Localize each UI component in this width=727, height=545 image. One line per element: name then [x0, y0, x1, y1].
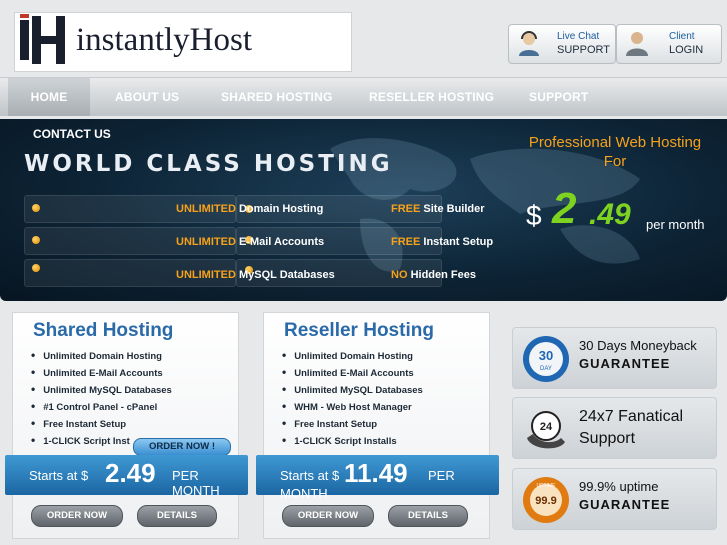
guarantee-title: 24x7 Fanatical [579, 408, 684, 425]
per-month-label: PER MONTH [172, 468, 220, 498]
list-item: 1-CLICK Script Installs [282, 432, 423, 449]
nav-item-about-us[interactable]: ABOUT US [115, 78, 179, 116]
promo-line-2: For [603, 153, 627, 170]
support-agent-icon [519, 31, 539, 56]
svg-text:30: 30 [539, 348, 553, 363]
plan-feature-list: Unlimited Domain Hosting Unlimited E-Mai… [282, 347, 423, 449]
details-button[interactable]: DETAILS [388, 505, 468, 527]
user-login-icon [626, 32, 648, 56]
list-item: Unlimited E-Mail Accounts [282, 364, 423, 381]
client-login-button[interactable]: Client LOGIN [616, 24, 722, 64]
svg-text:UPTIME: UPTIME [537, 483, 557, 489]
guarantee-subtitle: GUARANTEE [579, 356, 671, 371]
feature-email: UNLIMITED E-Mail Accounts [176, 236, 325, 248]
svg-text:99.9: 99.9 [535, 495, 556, 507]
bullet-icon [32, 204, 40, 212]
live-chat-support-button[interactable]: Live Chat SUPPORT [508, 24, 616, 64]
plan-title: Reseller Hosting [284, 320, 434, 341]
list-item: Unlimited E-Mail Accounts [31, 364, 172, 381]
starts-at-bar: Starts at $ 11.49 PER MONTH [256, 455, 499, 501]
feature-domain: UNLIMITED Domain Hosting [176, 203, 324, 215]
main-nav: HOME ABOUT US SHARED HOSTING RESELLER HO… [0, 77, 727, 116]
bullet-icon [32, 236, 40, 244]
list-item: Unlimited Domain Hosting [282, 347, 423, 364]
month-label: MONTH [280, 486, 328, 501]
list-item: Free Instant Setup [31, 415, 172, 432]
svg-text:24: 24 [540, 421, 553, 433]
nav-item-reseller-hosting[interactable]: RESELLER HOSTING [369, 78, 494, 116]
logo-text-right: Host [189, 22, 253, 58]
order-now-tab-button[interactable]: ORDER NOW ! [133, 438, 231, 456]
guarantee-moneyback: 30 DAY 30 Days Moneyback GUARANTEE [512, 327, 717, 389]
logo-mark-icon [20, 14, 65, 64]
currency-symbol: $ [526, 200, 542, 231]
feature-mysql: UNLIMITED MySQL Databases [176, 269, 335, 281]
client-label: Client [669, 31, 695, 42]
guarantee-uptime: 99.9 UPTIME 99.9% uptime GUARANTEE [512, 468, 717, 530]
plan-feature-list: Unlimited Domain Hosting Unlimited E-Mai… [31, 347, 172, 449]
guarantee-support: 24 24x7 Fanatical Support [512, 397, 717, 459]
list-item: Unlimited MySQL Databases [282, 381, 423, 398]
list-item: #1 Control Panel - cPanel [31, 398, 172, 415]
feature-instant-setup: FREE Instant Setup [391, 236, 494, 248]
per-label: PER [428, 468, 455, 483]
guarantee-subtitle: Support [579, 430, 636, 447]
per-month-label: per month [646, 217, 705, 232]
price-integer: 2 [552, 184, 577, 233]
uptime-seal-icon: 99.9 UPTIME [523, 477, 569, 523]
svg-text:DAY: DAY [540, 366, 552, 372]
starts-at-label: Starts at $ [280, 468, 340, 483]
shared-hosting-plan: Shared Hosting Unlimited Domain Hosting … [5, 312, 248, 539]
promo-line-1: Professional Web Hosting [528, 134, 702, 151]
reseller-hosting-plan: Reseller Hosting Unlimited Domain Hostin… [256, 312, 499, 539]
list-item: Free Instant Setup [282, 415, 423, 432]
starts-at-bar: Starts at $ 2.49 PER MONTH [5, 455, 248, 498]
login-label: LOGIN [669, 44, 704, 56]
plan-price: 11.49 [344, 458, 408, 488]
30-day-badge-icon: 30 DAY [523, 336, 569, 382]
nav-item-home[interactable]: HOME [8, 78, 90, 116]
price-decimal: .49 [589, 198, 631, 231]
nav-item-contact-us[interactable]: CONTACT US [33, 127, 111, 141]
feature-site-builder: FREE Site Builder [391, 203, 485, 215]
list-item: Unlimited Domain Hosting [31, 347, 172, 364]
headset-phone-icon: 24 [527, 411, 565, 449]
logo-text-left: instantly [76, 22, 190, 58]
order-now-button[interactable]: ORDER NOW [282, 505, 374, 527]
plan-title: Shared Hosting [33, 320, 174, 341]
logo-text: instantlyHost [76, 22, 252, 59]
list-item: Unlimited MySQL Databases [31, 381, 172, 398]
nav-item-shared-hosting[interactable]: SHARED HOSTING [221, 78, 332, 116]
live-chat-label: Live Chat [557, 31, 600, 42]
order-now-button[interactable]: ORDER NOW [31, 505, 123, 527]
guarantee-title: 30 Days Moneyback [579, 338, 697, 353]
guarantee-subtitle: GUARANTEE [579, 497, 671, 512]
nav-item-support[interactable]: SUPPORT [529, 78, 588, 116]
details-button[interactable]: DETAILS [137, 505, 217, 527]
list-item: WHM - Web Host Manager [282, 398, 423, 415]
banner-headline: WORLD CLASS HOSTING [24, 151, 393, 177]
starts-at-label: Starts at $ [29, 468, 89, 483]
plan-price: 2.49 [105, 458, 156, 488]
guarantee-title: 99.9% uptime [579, 479, 659, 494]
support-label: SUPPORT [557, 44, 610, 56]
feature-hidden-fees: NO Hidden Fees [391, 269, 476, 281]
bullet-icon [32, 264, 40, 272]
